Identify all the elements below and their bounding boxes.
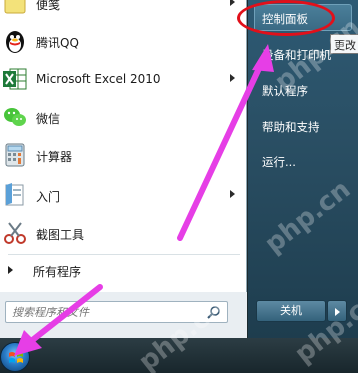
submenu-arrow-icon[interactable]: [230, 74, 235, 82]
program-label: 腾讯QQ: [36, 36, 79, 50]
program-item-snipping-tool[interactable]: 截图工具: [0, 214, 247, 252]
program-label: 入门: [36, 190, 61, 204]
start-button[interactable]: [0, 342, 30, 372]
program-label: 便笺: [36, 0, 61, 12]
sticky-notes-icon: [2, 0, 28, 16]
program-item-sticky-notes[interactable]: 便笺: [0, 0, 247, 22]
program-item-wechat[interactable]: 微信: [0, 98, 247, 136]
help-support-link[interactable]: 帮助和支持: [262, 119, 320, 135]
calculator-icon: [2, 142, 28, 168]
program-item-excel[interactable]: Microsoft Excel 2010: [0, 60, 247, 98]
run-link[interactable]: 运行...: [262, 154, 296, 170]
program-label: 微信: [36, 112, 61, 126]
windows-logo-icon: [9, 352, 23, 363]
submenu-arrow-icon[interactable]: [230, 0, 235, 6]
submenu-arrow-icon[interactable]: [230, 190, 235, 198]
search-input[interactable]: [12, 304, 202, 320]
program-label: 截图工具: [36, 228, 85, 242]
program-item-qq[interactable]: 腾讯QQ: [0, 22, 247, 60]
all-programs-label: 所有程序: [33, 265, 82, 279]
start-menu-programs-panel: 便笺 腾讯QQ Microsoft Excel 2010 微信 计算器 入门 截…: [0, 0, 247, 338]
program-label: Microsoft Excel 2010: [36, 72, 161, 86]
program-label: 计算器: [36, 150, 73, 164]
getting-started-icon: [2, 182, 28, 208]
snipping-tool-icon: [2, 220, 28, 246]
expand-arrow-icon: [8, 266, 13, 274]
separator: [8, 254, 240, 255]
program-item-calculator[interactable]: 计算器: [0, 136, 247, 174]
shutdown-button[interactable]: 关机: [256, 300, 326, 322]
excel-icon: [2, 66, 28, 92]
all-programs-button[interactable]: 所有程序: [0, 258, 247, 284]
qq-penguin-icon: [2, 28, 28, 54]
program-item-getting-started[interactable]: 入门: [0, 176, 247, 214]
highlight-ellipse: [237, 0, 335, 36]
wechat-icon: [2, 104, 28, 130]
